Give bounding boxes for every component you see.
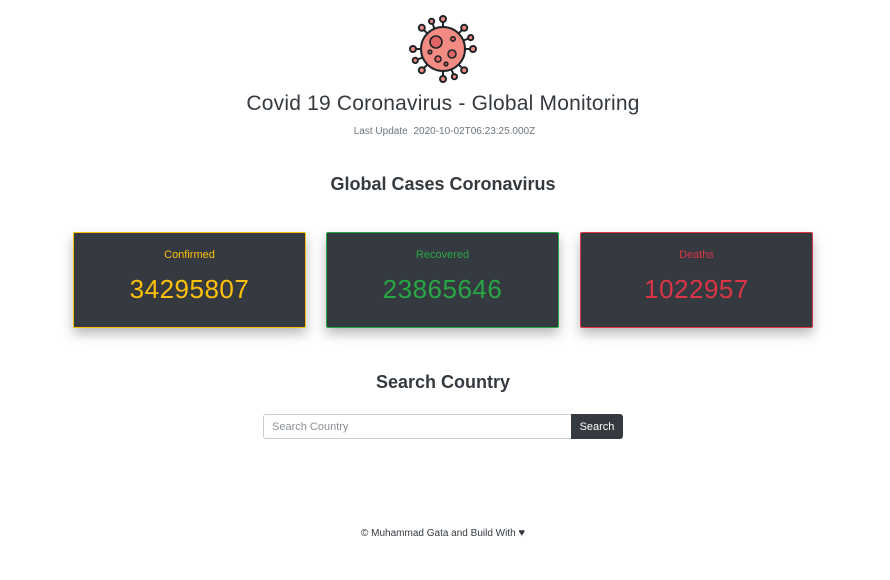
last-update-value: 2020-10-02T06:23:25.000Z [413,126,536,137]
footer-text: © Muhammad Gata and Build With [361,528,516,539]
search-input[interactable] [263,414,571,439]
last-update: Last Update 2020-10-02T06:23:25.000Z [0,126,886,137]
heart-icon: ♥ [518,527,525,539]
search-country-title: Search Country [375,372,511,392]
search-button[interactable]: Search [571,414,623,439]
recovered-card: Recovered 23865646 [326,232,559,328]
search-form: Search [263,414,623,439]
last-update-label: Last Update [353,126,408,137]
recovered-value: 23865646 [382,274,503,304]
page: Covid 19 Coronavirus - Global Monitoring… [0,0,890,580]
footer: © Muhammad Gata and Build With ♥ [0,527,886,539]
recovered-label: Recovered [415,249,470,261]
deaths-value: 1022957 [644,274,749,304]
virus-icon [409,15,477,83]
page-title: Covid 19 Coronavirus - Global Monitoring [246,92,640,115]
confirmed-card: Confirmed 34295807 [73,232,306,328]
global-cases-title: Global Cases Coronavirus [330,174,556,194]
deaths-label: Deaths [679,249,714,261]
confirmed-value: 34295807 [129,274,250,304]
deaths-card: Deaths 1022957 [580,232,813,328]
confirmed-label: Confirmed [164,249,215,261]
